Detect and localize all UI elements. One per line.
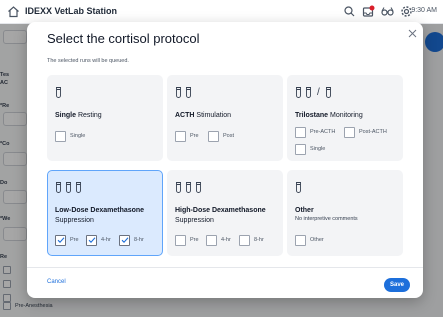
protocol-card-other[interactable]: Other No interpretive comments Other — [287, 170, 403, 256]
test-tube-icon — [296, 86, 301, 98]
option-8hr[interactable]: 8-hr — [239, 234, 264, 246]
protocol-card-low-dose-dexamethasone[interactable]: Low-Dose Dexamethasone Suppression Pre 4… — [47, 170, 163, 256]
checkbox[interactable] — [344, 126, 355, 138]
check-icon — [57, 237, 64, 243]
option-4hr[interactable]: 4-hr — [206, 234, 231, 246]
tube-icons — [55, 86, 62, 98]
search-icon[interactable] — [343, 5, 356, 18]
option-pre-acth[interactable]: Pre-ACTH — [295, 126, 335, 138]
protocol-name-line2: Suppression — [55, 217, 94, 224]
cancel-button[interactable]: Cancel — [47, 279, 66, 285]
protocol-card-acth-stimulation[interactable]: ACTH Stimulation Pre Post — [167, 75, 283, 161]
test-tube-icon — [56, 181, 61, 193]
check-icon — [121, 237, 128, 243]
tube-icons — [175, 86, 192, 98]
checkbox[interactable] — [295, 234, 306, 246]
protocol-card-high-dose-dexamethasone[interactable]: High-Dose Dexamethasone Suppression Pre … — [167, 170, 283, 256]
checkbox[interactable] — [239, 234, 250, 246]
protocol-name: Low-Dose Dexamethasone — [55, 207, 145, 214]
option-single[interactable]: Single — [295, 143, 325, 155]
option-pre[interactable]: Pre — [175, 130, 199, 142]
option-label: Pre — [190, 133, 199, 139]
clock: 9:30 AM — [411, 7, 437, 14]
test-tube-icon — [176, 181, 181, 193]
checkbox[interactable] — [55, 130, 66, 142]
dialog-subtitle: The selected runs will be queued. — [47, 58, 129, 64]
home-icon[interactable] — [7, 5, 20, 18]
slash-icon: / — [317, 86, 320, 98]
app-title: IDEXX VetLab Station — [25, 6, 118, 16]
protocol-card-single-resting[interactable]: Single Resting Single — [47, 75, 163, 161]
option-4hr[interactable]: 4-hr — [86, 234, 111, 246]
test-tube-icon — [176, 86, 181, 98]
dialog-title: Select the cortisol protocol — [47, 31, 200, 46]
checkbox-checked[interactable] — [55, 234, 66, 246]
option-pre[interactable]: Pre — [175, 234, 199, 246]
option-post[interactable]: Post — [208, 130, 234, 142]
protocol-note: No interpretive comments — [295, 216, 358, 222]
checkbox[interactable] — [206, 234, 217, 246]
top-bar: IDEXX VetLab Station 9:30 AM — [0, 0, 443, 24]
tube-icons — [295, 181, 302, 193]
tube-icons — [175, 181, 202, 193]
glasses-icon[interactable] — [381, 5, 394, 18]
checkbox[interactable] — [175, 130, 186, 142]
protocol-name: Single Resting — [55, 112, 102, 119]
option-label: Post — [223, 133, 235, 139]
option-label: 4-hr — [101, 237, 111, 243]
check-icon — [88, 237, 95, 243]
checkbox-checked[interactable] — [86, 234, 97, 246]
save-button[interactable]: Save — [384, 278, 410, 292]
checkbox[interactable] — [208, 130, 219, 142]
protocol-name: Other — [295, 207, 314, 214]
test-tube-icon — [325, 86, 331, 98]
option-post-acth[interactable]: Post-ACTH — [344, 126, 387, 138]
protocol-card-trilostane-monitoring[interactable]: / Trilostane Monitoring Pre-ACTH Post-AC… — [287, 75, 403, 161]
test-tube-icon — [186, 86, 191, 98]
close-icon[interactable] — [408, 29, 417, 38]
option-label: Pre — [190, 237, 199, 243]
tube-icons: / — [295, 86, 332, 98]
notification-icon[interactable] — [362, 5, 375, 18]
checkbox[interactable] — [175, 234, 186, 246]
checkbox[interactable] — [295, 126, 306, 138]
option-label: 8-hr — [134, 237, 144, 243]
cortisol-protocol-dialog: Select the cortisol protocol The selecte… — [27, 22, 423, 298]
option-label: Pre — [70, 237, 79, 243]
option-single[interactable]: Single — [55, 130, 85, 142]
test-tube-icon — [186, 181, 191, 193]
option-label: 4-hr — [221, 237, 231, 243]
option-label: Post-ACTH — [359, 129, 387, 135]
option-label: Single — [310, 146, 326, 152]
option-8hr[interactable]: 8-hr — [119, 234, 144, 246]
test-tube-icon — [196, 181, 201, 193]
checkbox[interactable] — [295, 143, 306, 155]
protocol-name: ACTH Stimulation — [175, 112, 232, 119]
option-label: Pre-ACTH — [310, 129, 336, 135]
test-tube-icon — [296, 181, 301, 193]
option-label: 8-hr — [254, 237, 264, 243]
protocol-name-line2: Suppression — [175, 217, 214, 224]
protocol-name: Trilostane Monitoring — [295, 112, 363, 119]
option-other[interactable]: Other — [295, 234, 324, 246]
protocol-name: High-Dose Dexamethasone — [175, 207, 266, 214]
option-label: Other — [310, 237, 324, 243]
test-tube-icon — [306, 86, 311, 98]
checkbox-checked[interactable] — [119, 234, 130, 246]
tube-icons — [55, 181, 82, 193]
option-pre[interactable]: Pre — [55, 234, 79, 246]
test-tube-icon — [76, 181, 81, 193]
test-tube-icon — [56, 86, 61, 98]
test-tube-icon — [66, 181, 71, 193]
footer-divider — [27, 267, 423, 268]
option-label: Single — [70, 133, 86, 139]
